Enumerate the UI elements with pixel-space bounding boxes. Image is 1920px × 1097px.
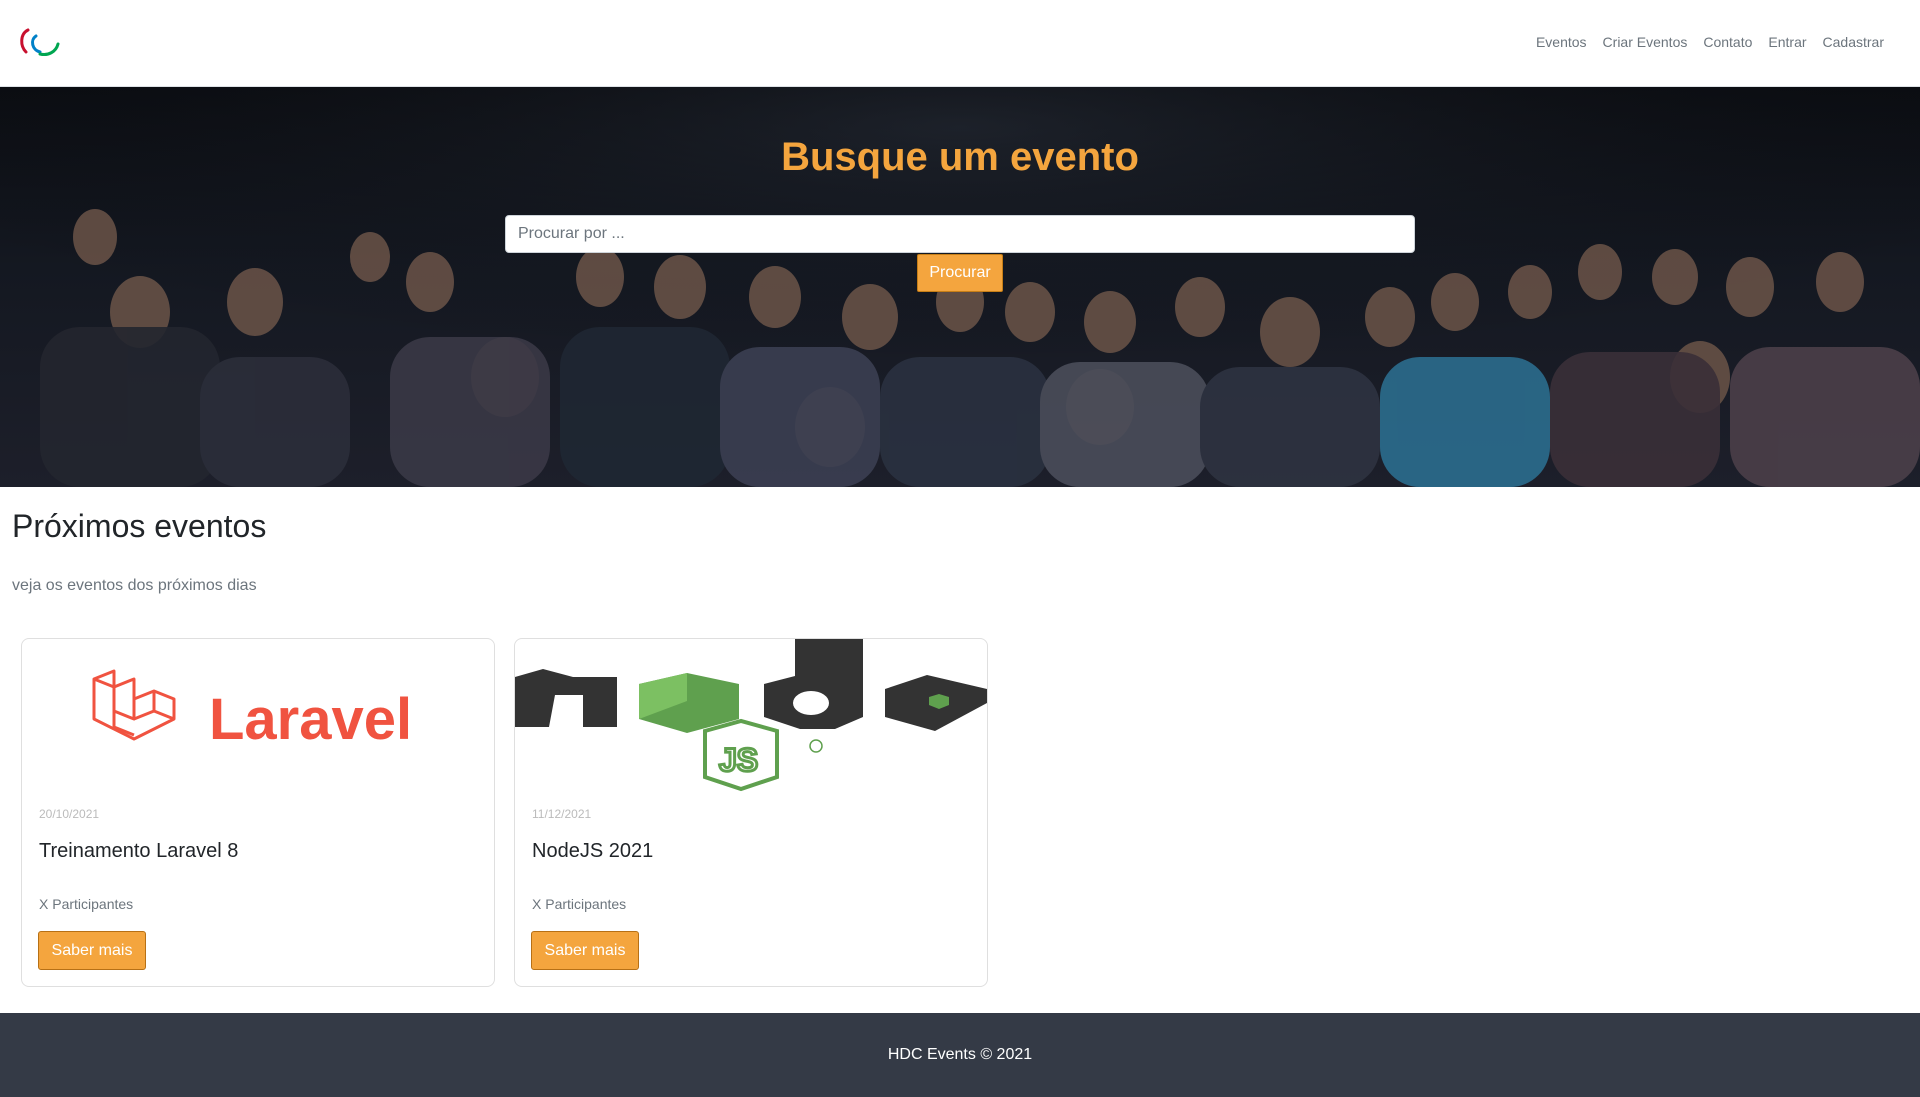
event-card: Laravel 20/10/2021 Treinamento Laravel 8…: [21, 638, 495, 987]
section-subtitle: veja os eventos dos próximos dias: [12, 577, 257, 594]
nav-link-criar-eventos[interactable]: Criar Eventos: [1595, 33, 1696, 51]
nodejs-logo-image: JS: [515, 639, 987, 794]
laravel-logo-image: Laravel: [22, 639, 494, 794]
navbar: Eventos Criar Eventos Contato Entrar Cad…: [0, 0, 1920, 87]
nav-link-entrar[interactable]: Entrar: [1760, 33, 1814, 51]
event-participants: X Participantes: [39, 896, 134, 912]
saber-mais-button[interactable]: Saber mais: [531, 931, 639, 970]
event-card: JS 11/12/2021 NodeJS 2021 X Participante…: [514, 638, 988, 987]
hero-title: Busque um evento: [781, 135, 1139, 179]
logo-icon[interactable]: [18, 26, 62, 60]
event-title: Treinamento Laravel 8: [39, 840, 239, 862]
nav-link-cadastrar[interactable]: Cadastrar: [1815, 33, 1892, 51]
event-date: 11/12/2021: [532, 807, 592, 821]
nav-links: Eventos Criar Eventos Contato Entrar Cad…: [1528, 33, 1892, 51]
nodejs-logo-text: JS: [719, 742, 758, 778]
footer: HDC Events © 2021: [0, 1013, 1920, 1097]
event-title: NodeJS 2021: [532, 840, 654, 862]
search-button[interactable]: Procurar: [917, 254, 1003, 292]
search-input[interactable]: [505, 215, 1415, 253]
event-participants: X Participantes: [532, 896, 627, 912]
laravel-logo-text: Laravel: [209, 687, 412, 752]
event-date: 20/10/2021: [39, 807, 100, 821]
saber-mais-button[interactable]: Saber mais: [38, 931, 146, 970]
nav-link-eventos[interactable]: Eventos: [1528, 33, 1595, 51]
section-title: Próximos eventos: [12, 508, 267, 544]
hero-banner: Busque um evento Procurar: [0, 87, 1920, 487]
footer-copyright: HDC Events © 2021: [887, 1046, 1033, 1063]
nav-link-contato[interactable]: Contato: [1695, 33, 1760, 51]
